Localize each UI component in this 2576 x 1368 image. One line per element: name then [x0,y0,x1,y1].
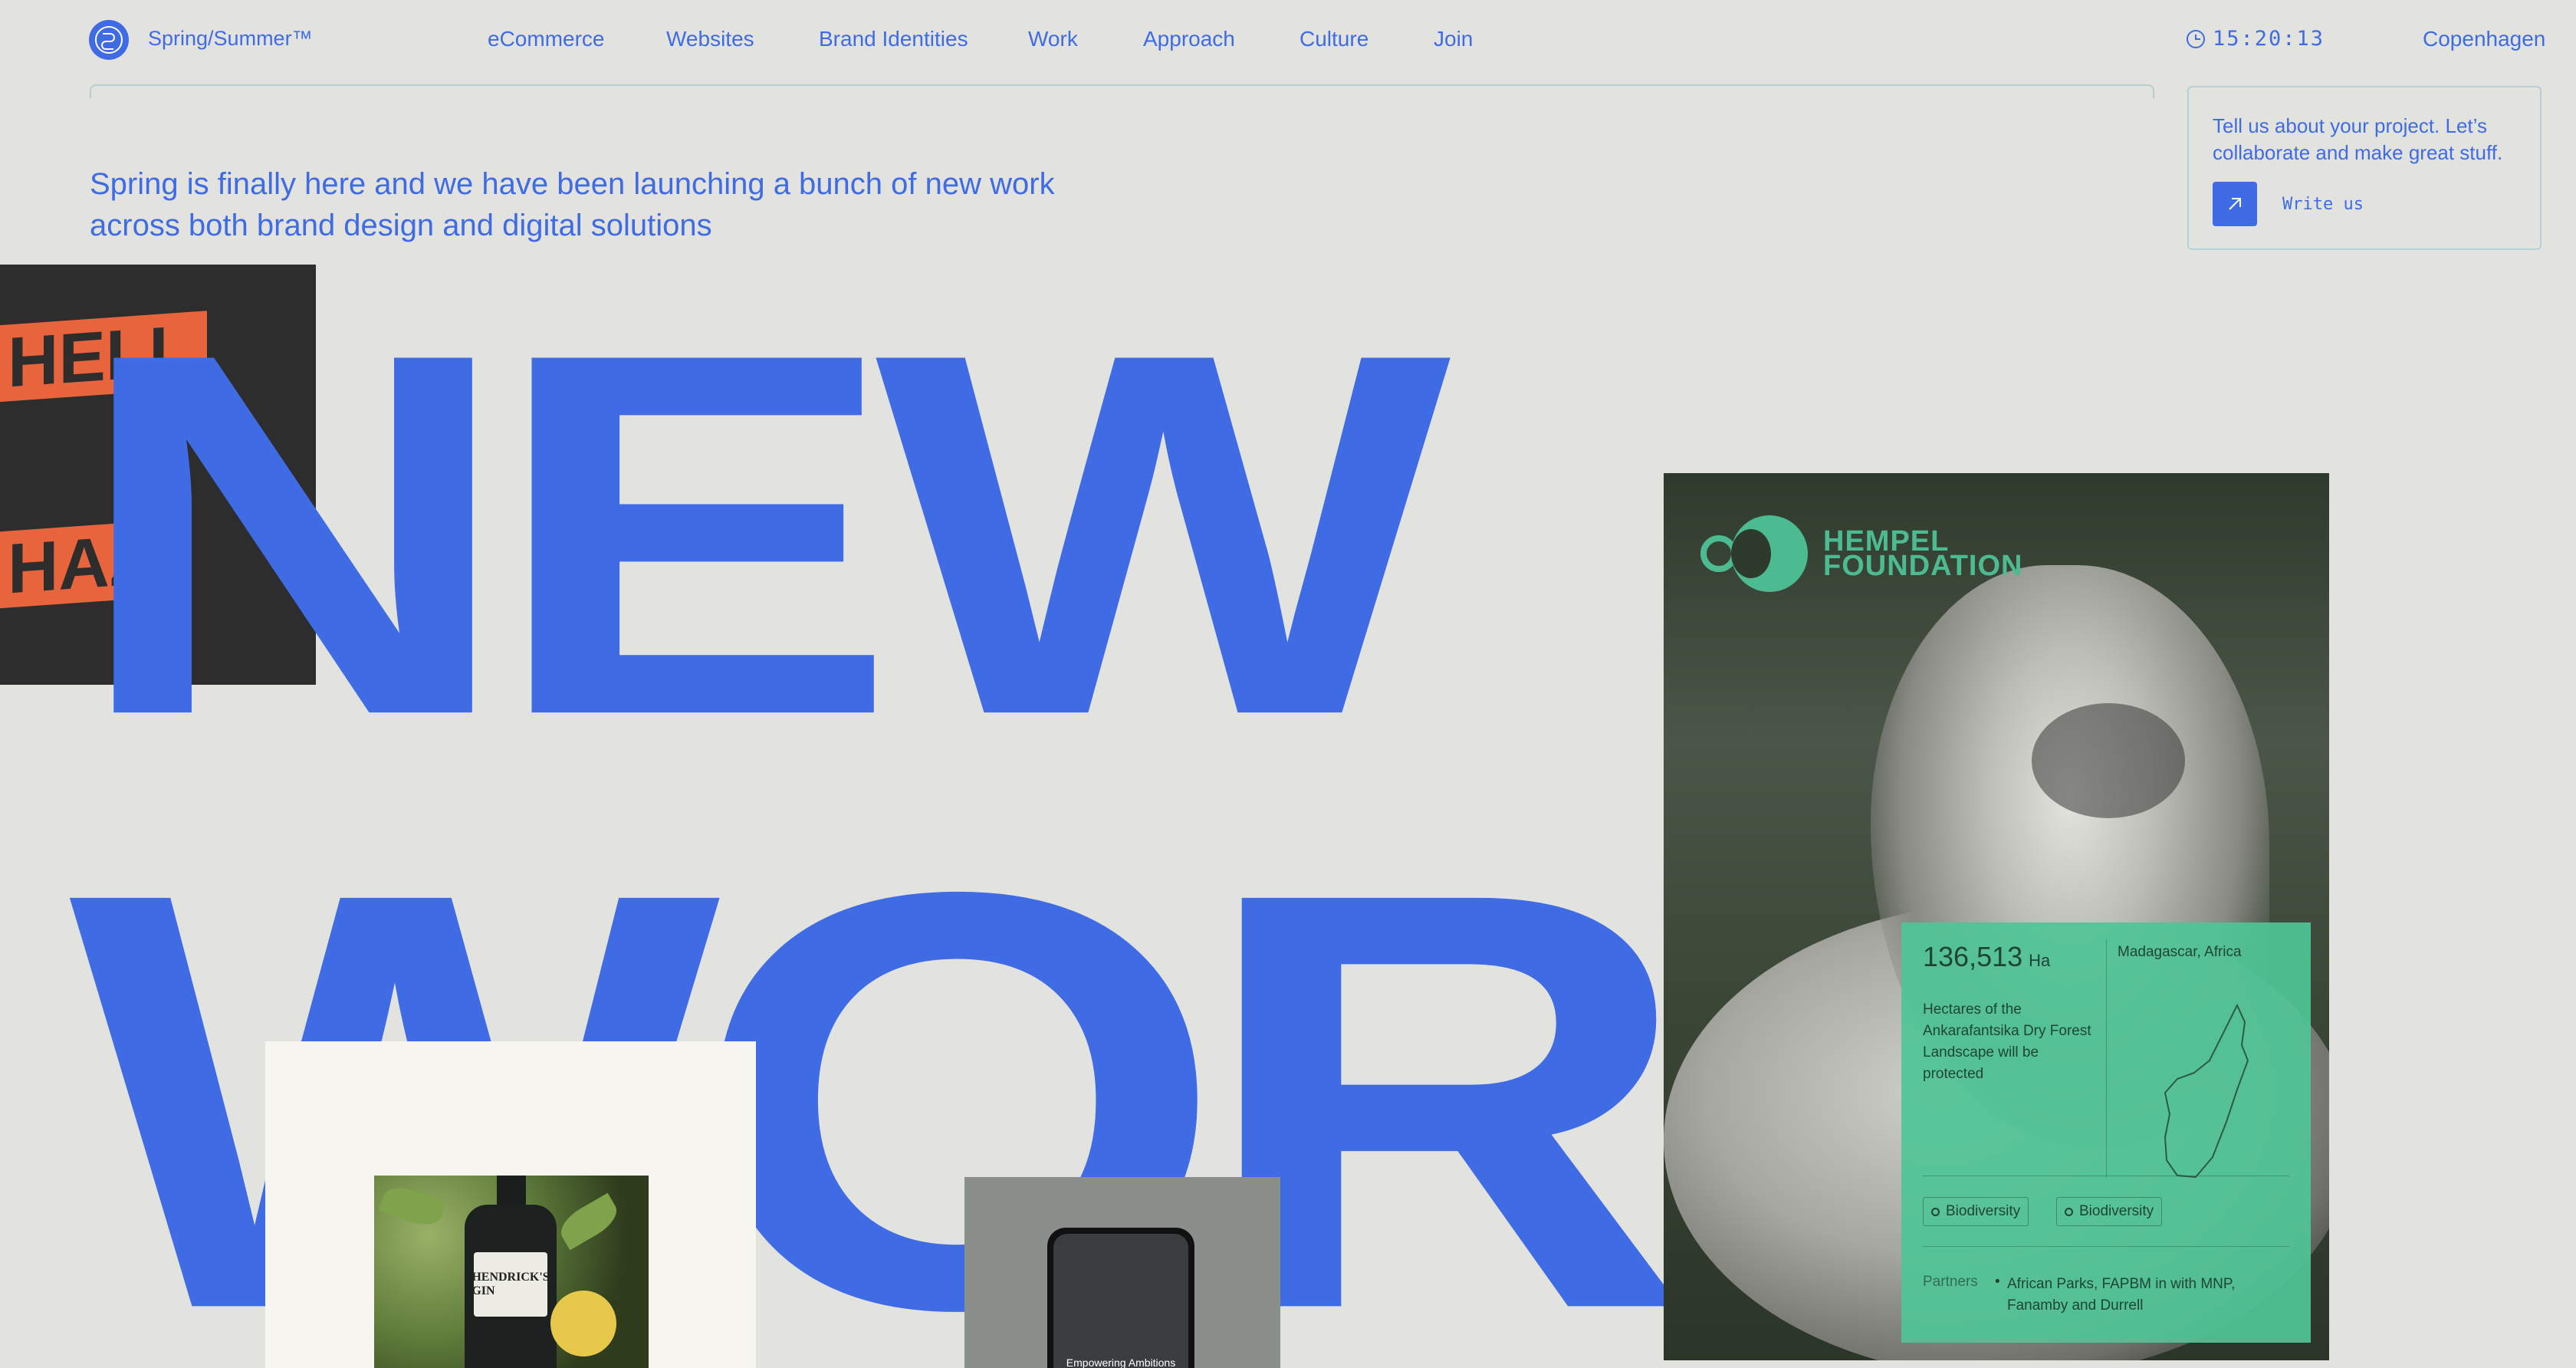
lemon-shape [550,1291,616,1356]
arrow-up-right-icon [2229,198,2241,210]
nav-item-culture[interactable]: Culture [1300,27,1368,51]
nav-item-join[interactable]: Join [1434,27,1473,51]
clock: 15:20:13 [2187,27,2325,51]
clock-time: 15:20:13 [2213,27,2325,51]
headline-new: NEW [73,245,1451,822]
hempel-logo-text: HEMPEL FOUNDATION [1823,525,2023,582]
phone-screen [1053,1234,1188,1368]
nav-item-ecommerce[interactable]: eCommerce [488,27,604,51]
madagascar-map-icon [2164,1003,2249,1179]
leaf-shape [378,1181,447,1232]
leaf-icon [1931,1207,1940,1216]
bullet: • [1995,1274,2000,1290]
tag-biodiversity[interactable]: Biodiversity [1923,1197,2029,1226]
hempel-logo-icon [1700,515,1808,592]
leaf-shape [554,1192,623,1251]
nav-item-approach[interactable]: Approach [1143,27,1235,51]
tag-biodiversity[interactable]: Biodiversity [2056,1197,2163,1226]
stat-value: 136,513 Ha [1923,941,2051,972]
intro-text: Spring is finally here and we have been … [90,163,1086,246]
brand-logo-icon[interactable] [89,20,129,60]
stat-description: Hectares of the Ankarafantsika Dry Fores… [1923,1001,2091,1082]
region-label: Madagascar, Africa [2118,944,2242,960]
partners-value: African Parks, FAPBM in with MNP, Fanamb… [2007,1276,2236,1314]
gin-bottle-image[interactable]: HENDRICK'S GIN [374,1176,649,1368]
hempel-stats-panel: 136,513 Ha Hectares of the Ankarafantsika… [1901,922,2311,1343]
header-divider [90,84,2154,98]
partners-label: Partners [1923,1274,1978,1290]
phone-project-image[interactable]: Empowering Ambitions [964,1177,1280,1368]
nav-item-brand-identities[interactable]: Brand Identities [819,27,968,51]
intro-line-1: Spring is finally here and we have been … [90,167,1055,201]
nav-item-websites[interactable]: Websites [666,27,754,51]
contact-card: Tell us about your project. Let’s collab… [2187,86,2542,250]
contact-text: Tell us about your project. Let’s collab… [2213,114,2503,164]
page: Spring/Summer™ eCommerce Websites Brand … [0,0,2576,1368]
phone-caption: Empowering Ambitions [1066,1356,1176,1368]
leaf-icon [2065,1207,2073,1216]
brand-name-link[interactable]: Spring/Summer™ [148,27,313,51]
bottle-label: HENDRICK'S GIN [472,1252,550,1317]
city-label: Copenhagen [2423,27,2546,51]
hempel-foundation-card[interactable]: HEMPEL FOUNDATION 136,513 Ha Hectares of … [1664,473,2329,1360]
write-us-link[interactable]: Write us [2282,195,2364,214]
divider [2106,939,2107,1177]
clock-icon [2187,29,2205,48]
divider [1923,1246,2289,1247]
intro-line-2: across both brand design and digital sol… [90,209,712,242]
hempel-logo: HEMPEL FOUNDATION [1700,515,2023,592]
lemur-face [2032,703,2185,818]
write-us-button[interactable] [2213,182,2257,226]
phone-shape: Empowering Ambitions [1047,1228,1194,1368]
nav-item-work[interactable]: Work [1028,27,1078,51]
